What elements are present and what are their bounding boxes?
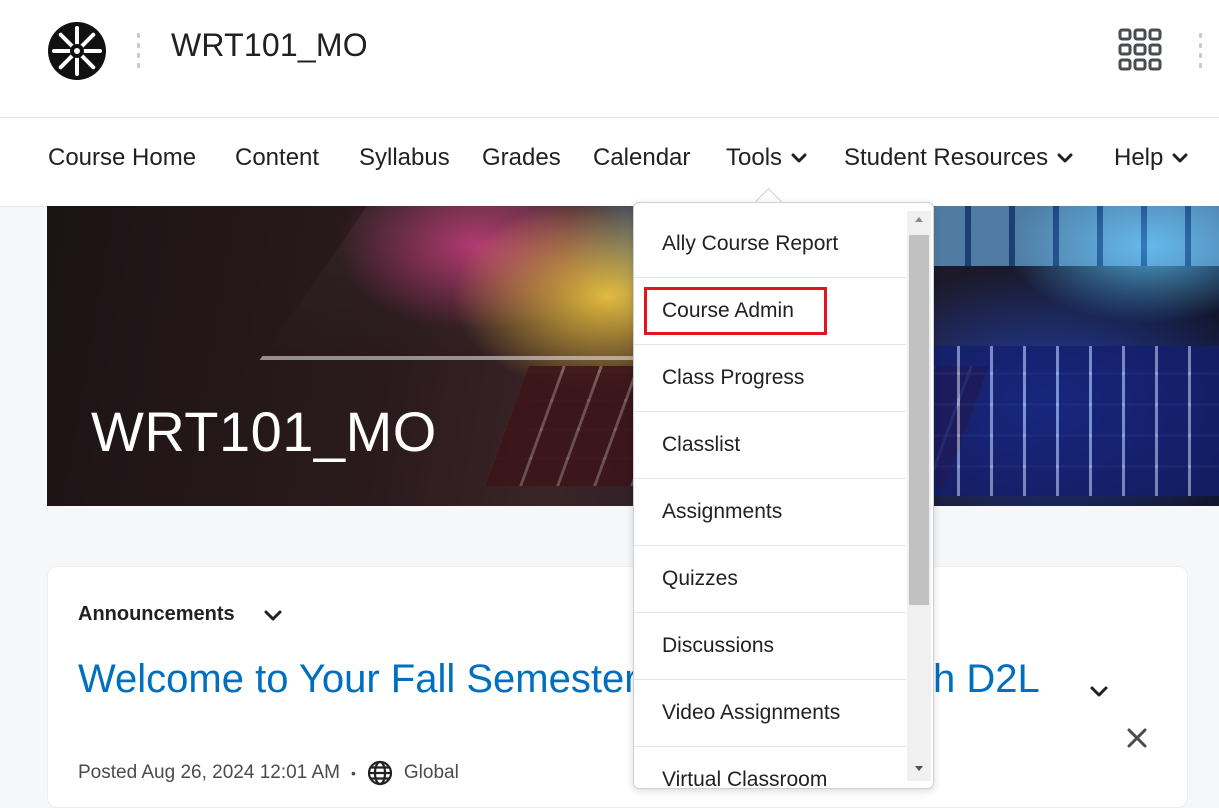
banner-laptop-keyboard-blue [927,346,1219,496]
chevron-down-icon [1057,153,1073,163]
menu-item-label: Virtual Classroom [662,768,828,789]
menu-item-discussions[interactable]: Discussions [634,613,906,680]
nav-label: Student Resources [844,144,1049,171]
nav-grades[interactable]: Grades [482,144,561,172]
close-icon[interactable] [1126,727,1148,749]
nav-calendar[interactable]: Calendar [593,144,690,172]
menu-item-classlist[interactable]: Classlist [634,412,906,479]
menu-item-label: Assignments [662,500,783,523]
banner-title: WRT101_MO [91,400,437,463]
announcement-title-link[interactable]: Welcome to Your Fall Semester [78,657,638,702]
school-seal-logo[interactable] [46,20,108,82]
nav-course-home[interactable]: Course Home [48,144,196,172]
chevron-down-icon[interactable] [263,608,283,622]
menu-scrollbar[interactable] [907,211,931,781]
menu-item-label: Course Admin [662,299,794,322]
nav-label: Grades [482,144,561,171]
menu-item-label: Classlist [662,433,741,456]
menu-item-assignments[interactable]: Assignments [634,479,906,546]
nav-syllabus[interactable]: Syllabus [359,144,450,172]
meta-separator: • [350,765,356,781]
header-course-title[interactable]: WRT101_MO [171,27,368,64]
header-more-divider [1199,33,1203,68]
menu-item-label: Video Assignments [662,701,841,724]
menu-item-quizzes[interactable]: Quizzes [634,546,906,613]
menu-item-course-admin[interactable]: Course Admin [634,278,906,345]
globe-icon [367,760,392,786]
posted-date: Posted Aug 26, 2024 12:01 AM [78,762,340,783]
menu-item-label: Ally Course Report [662,232,839,255]
header-divider [137,33,141,68]
menu-item-label: Discussions [662,634,775,657]
nav-student-resources[interactable]: Student Resources [844,144,1073,172]
scroll-up-arrow-icon[interactable] [914,215,924,223]
chevron-down-icon [1172,153,1188,163]
audience-label: Global [403,762,459,783]
scroll-down-arrow-icon[interactable] [914,765,924,773]
banner-laptop-keyboard-top [927,206,1219,266]
scrollbar-thumb[interactable] [909,235,929,605]
menu-item-virtual-classroom[interactable]: Virtual Classroom [634,747,906,789]
nav-label: Tools [726,144,783,171]
nav-label: Syllabus [359,144,450,171]
top-header: WRT101_MO [0,0,1219,118]
chevron-down-icon[interactable] [1089,684,1109,698]
nav-tools[interactable]: Tools [726,144,807,172]
announcement-meta: Posted Aug 26, 2024 12:01 AM • Global [78,760,459,786]
menu-item-label: Quizzes [662,567,738,590]
menu-item-video-assignments[interactable]: Video Assignments [634,680,906,747]
menu-item-label: Class Progress [662,366,805,389]
menu-item-class-progress[interactable]: Class Progress [634,345,906,412]
nav-label: Course Home [48,144,197,171]
waffle-grid-icon[interactable] [1118,28,1162,72]
tools-menu-list: Ally Course Report Course Admin Class Pr… [634,211,906,789]
announcements-widget: Announcements Welcome to Your Fall Semes… [47,566,1188,808]
menu-item-ally-course-report[interactable]: Ally Course Report [634,211,906,278]
nav-label: Calendar [593,144,691,171]
announcements-heading: Announcements [78,603,235,625]
course-navbar: Course Home Content Syllabus Grades Cale… [0,118,1219,207]
nav-help[interactable]: Help [1114,144,1188,172]
tools-dropdown-menu: Ally Course Report Course Admin Class Pr… [633,202,934,789]
nav-content[interactable]: Content [235,144,319,172]
nav-label: Content [235,144,320,171]
chevron-down-icon [791,153,807,163]
nav-label: Help [1114,144,1164,171]
